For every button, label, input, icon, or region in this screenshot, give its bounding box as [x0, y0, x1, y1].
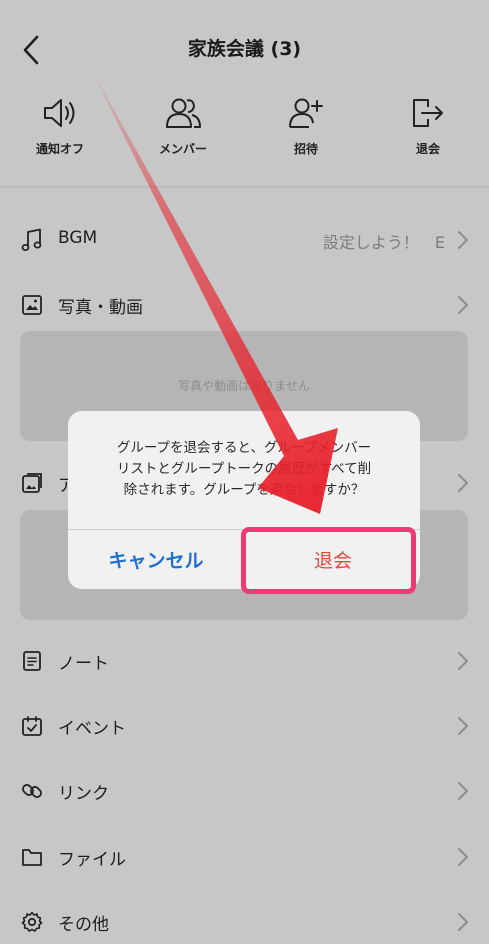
menu-item-label: ファイル	[58, 850, 126, 870]
highlight-frame	[241, 527, 416, 594]
empty-text: 写真や動画はありません	[178, 379, 310, 393]
folder-icon	[20, 845, 44, 869]
chevron-right-icon	[458, 652, 468, 670]
leave-group-button[interactable]: 退会	[378, 94, 478, 164]
members-icon	[163, 94, 203, 132]
menu-item-label: BGM	[58, 228, 98, 248]
link-icon	[20, 779, 44, 803]
members-button[interactable]: メンバー	[133, 94, 233, 164]
menu-item-label: その他	[58, 915, 109, 935]
chevron-right-icon	[458, 913, 468, 931]
divider	[0, 186, 489, 188]
action-label: 招待	[293, 142, 318, 156]
add-person-icon	[286, 94, 326, 132]
chevron-right-icon	[458, 474, 468, 492]
action-bar: 通知オフ メンバー 招待 退会	[0, 94, 489, 164]
cancel-button[interactable]: キャンセル	[68, 530, 244, 589]
chevron-right-icon	[458, 848, 468, 866]
menu-item-note[interactable]: ノート	[0, 636, 489, 686]
chevron-right-icon	[458, 717, 468, 735]
exit-icon	[408, 94, 448, 132]
chevron-right-icon	[458, 296, 468, 314]
menu-item-other[interactable]: その他	[0, 897, 489, 944]
dialog-message: グループを退会すると、グループメンバー リストとグループトークの履歴がすべて削 …	[116, 440, 372, 498]
speaker-icon	[40, 94, 80, 132]
menu-item-link[interactable]: リンク	[0, 766, 489, 816]
menu-item-label: リンク	[58, 784, 109, 804]
menu-item-label: ノート	[58, 654, 109, 674]
note-icon	[20, 649, 44, 673]
menu-item-photos[interactable]: 写真・動画	[0, 280, 489, 330]
bgm-value: 設定しよう！ E	[322, 233, 445, 252]
menu-item-file[interactable]: ファイル	[0, 832, 489, 882]
mute-notifications-button[interactable]: 通知オフ	[10, 94, 110, 164]
calendar-check-icon	[20, 714, 44, 738]
chevron-right-icon	[458, 782, 468, 800]
menu-item-event[interactable]: イベント	[0, 701, 489, 751]
menu-item-label: 写真・動画	[58, 298, 143, 318]
page-title: 家族会議 (3)	[187, 38, 302, 60]
invite-button[interactable]: 招待	[256, 94, 356, 164]
action-label: メンバー	[158, 142, 207, 156]
action-label: 通知オフ	[35, 142, 84, 156]
gear-icon	[20, 910, 44, 934]
menu-item-bgm[interactable]: BGM 設定しよう！ E	[0, 215, 489, 265]
menu-item-label: イベント	[58, 719, 126, 739]
chevron-right-icon	[458, 231, 468, 249]
music-note-icon	[20, 228, 44, 252]
action-label: 退会	[415, 142, 440, 156]
header: 家族会議 (3)	[0, 0, 489, 96]
photo-icon	[20, 293, 44, 317]
album-icon	[20, 471, 44, 495]
